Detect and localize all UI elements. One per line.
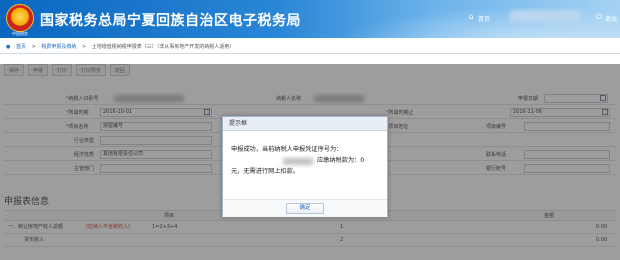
site-header: 中国税务 国家税务总局宁夏回族自治区电子税务局 ⌂ 首页 ⏻ 退出 xyxy=(0,0,620,38)
dialog-line3: 元，无需进行网上扣款。 xyxy=(231,168,300,175)
breadcrumb: ● 首页 > 税费申报及缴纳 > 土地增值税纳税申报表（三）（非从事房地产开发的… xyxy=(0,40,620,54)
site-title: 国家税务总局宁夏回族自治区电子税务局 xyxy=(40,13,301,29)
breadcrumb-sep: > xyxy=(31,44,36,50)
dialog-footer: 确定 xyxy=(223,199,387,217)
breadcrumb-current: 土地增值税纳税申报表（三）（非从事房地产开发的纳税人适用） xyxy=(91,44,235,50)
ok-button[interactable]: 确定 xyxy=(286,203,324,214)
logout-icon[interactable]: ⏻ xyxy=(594,12,604,22)
success-dialog: 提示框 申报成功，当前纳税人申报凭证序号为： 应缴纳税款为：0 元，无需进行网上… xyxy=(222,116,388,217)
dialog-line1: 申报成功，当前纳税人申报凭证序号为： xyxy=(231,146,343,153)
breadcrumb-sep: > xyxy=(81,44,87,50)
user-info-redacted xyxy=(510,10,580,22)
emblem-label: 中国税务 xyxy=(12,31,28,36)
dialog-title: 提示框 xyxy=(223,117,387,131)
serial-redacted xyxy=(283,158,313,165)
home-link[interactable]: 首页 xyxy=(478,14,490,23)
logout-link[interactable]: 退出 xyxy=(605,14,617,23)
location-icon: ● xyxy=(6,44,11,50)
breadcrumb-home[interactable]: 首页 xyxy=(16,44,26,50)
tax-emblem-icon xyxy=(6,4,34,32)
home-icon[interactable]: ⌂ xyxy=(466,12,476,22)
breadcrumb-level1[interactable]: 税费申报及缴纳 xyxy=(41,44,76,50)
